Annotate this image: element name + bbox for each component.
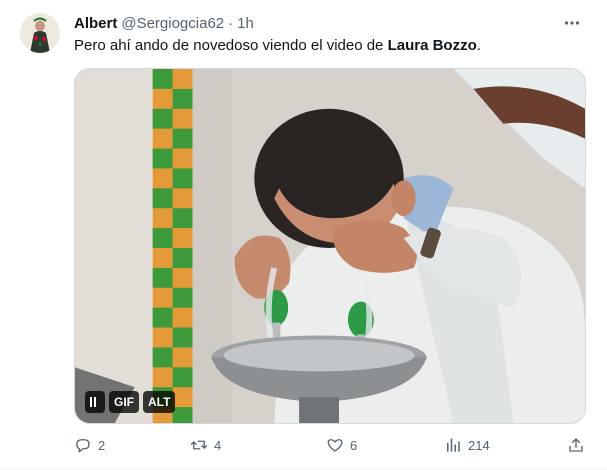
separator-dot: ·	[228, 14, 234, 32]
reply-icon	[76, 439, 90, 453]
tweet-text: Pero ahí ando de novedoso viendo el vide…	[74, 36, 587, 56]
tweet-actions: 2 4 6 214	[74, 433, 590, 457]
avatar[interactable]	[20, 13, 60, 53]
retweet-button[interactable]: 4	[190, 433, 221, 457]
gif-badge: GIF	[109, 391, 139, 413]
like-count: 6	[350, 437, 358, 453]
alt-badge[interactable]: ALT	[143, 391, 176, 413]
tweet-card[interactable]: Albert @Sergiogcia62 · 1h Pero ahí ando …	[0, 0, 607, 470]
tweet-header: Albert @Sergiogcia62 · 1h	[74, 12, 585, 34]
gif-media[interactable]: GIF ALT	[74, 68, 586, 424]
views-button[interactable]: 214	[444, 433, 490, 457]
reply-button[interactable]: 2	[74, 433, 105, 457]
share-icon	[569, 438, 583, 452]
views-chart-icon	[447, 438, 460, 452]
pause-button[interactable]	[85, 391, 105, 413]
tweet-text-bold: Laura Bozzo	[387, 37, 477, 54]
pause-icon	[90, 397, 96, 407]
alt-label: ALT	[148, 395, 171, 409]
avatar-image	[20, 13, 60, 53]
views-count: 214	[468, 437, 490, 453]
like-button[interactable]: 6	[326, 433, 357, 457]
author-display-name[interactable]: Albert	[74, 15, 117, 32]
gif-label: GIF	[114, 395, 134, 409]
retweet-icon	[190, 440, 208, 450]
tweet-timestamp[interactable]: 1h	[237, 15, 254, 32]
reply-count: 2	[98, 437, 106, 453]
author-handle[interactable]: @Sergiogcia62	[121, 15, 224, 32]
tweet-text-plain: Pero ahí ando de novedoso viendo el vide…	[74, 37, 388, 54]
retweet-count: 4	[214, 437, 222, 453]
media-badges: GIF ALT	[85, 391, 176, 413]
heart-icon	[327, 439, 343, 452]
share-button[interactable]	[567, 433, 585, 457]
tweet-text-end: .	[476, 37, 481, 54]
more-horizontal-icon[interactable]	[559, 12, 585, 34]
gif-frame-image	[75, 69, 585, 423]
